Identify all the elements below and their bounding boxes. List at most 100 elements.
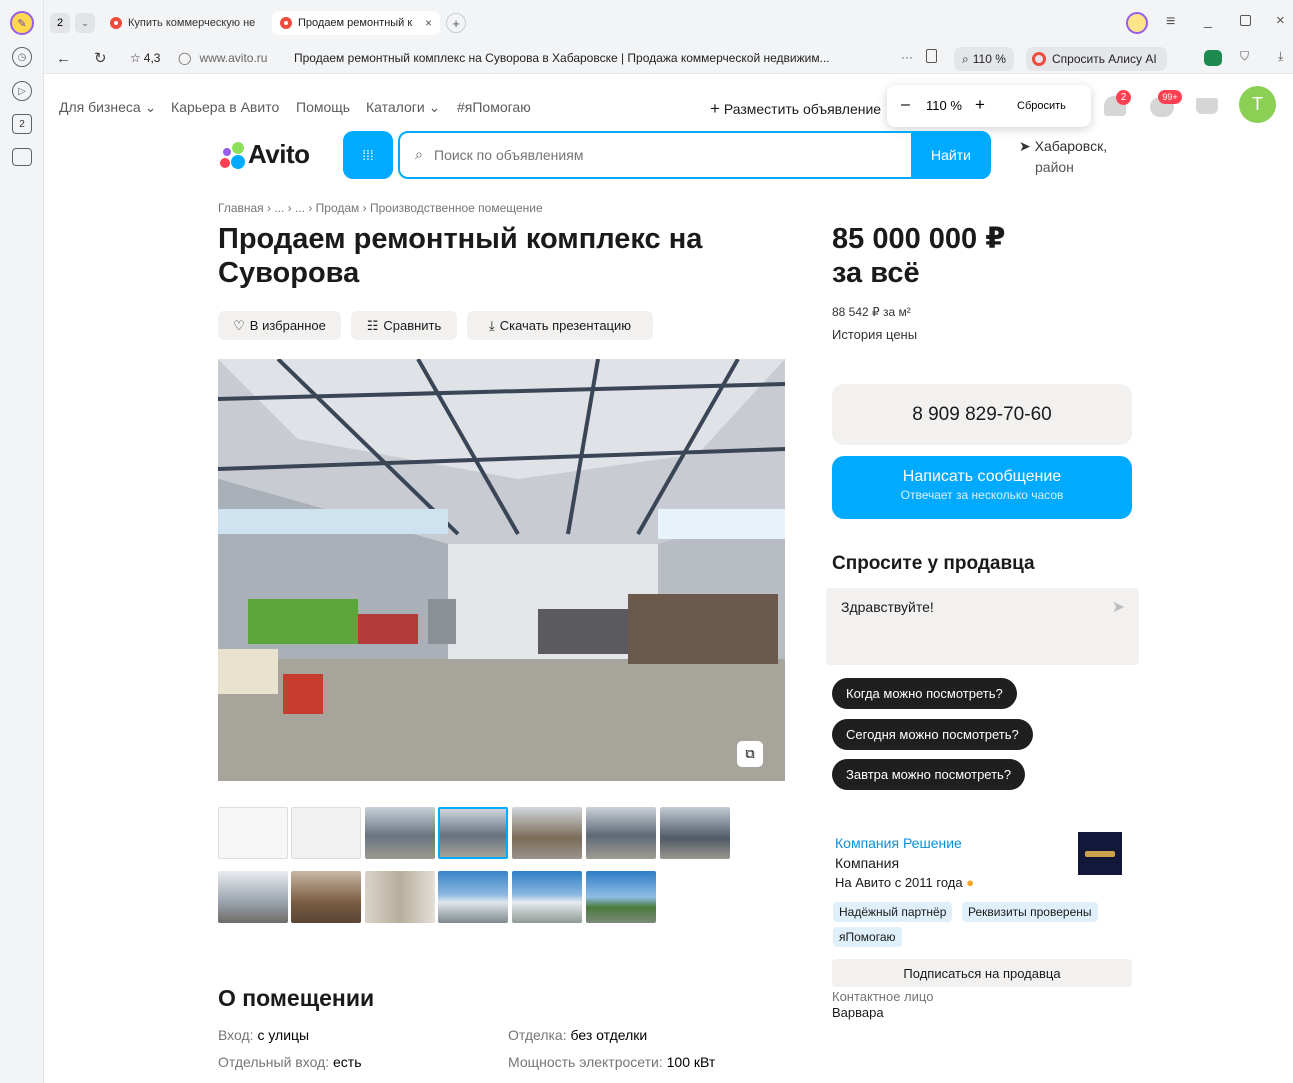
thumbnail-10[interactable] xyxy=(365,871,435,923)
warehouse-photo xyxy=(218,359,785,781)
param-value: с улицы xyxy=(257,1027,310,1043)
tab-commercial[interactable]: Купить коммерческую не xyxy=(102,11,270,35)
thumbnail-6[interactable] xyxy=(586,807,656,859)
post-ad-label: Разместить объявление xyxy=(723,101,882,117)
menu-icon[interactable]: ≡ xyxy=(1166,13,1175,31)
subscribe-seller-button[interactable]: Подписаться на продавца xyxy=(832,959,1132,987)
thumbnail-4[interactable] xyxy=(438,807,508,859)
alice-label: Спросить Алису AI xyxy=(1052,52,1157,66)
zoom-reset-button[interactable]: Сбросить xyxy=(1017,100,1066,112)
thumbnail-13[interactable] xyxy=(586,871,656,923)
screenshot-icon[interactable] xyxy=(12,148,32,166)
seller-name-link[interactable]: Компания Решение xyxy=(835,835,962,851)
quick-question-3[interactable]: Завтра можно посмотреть? xyxy=(832,759,1026,790)
quick-question-1[interactable]: Когда можно посмотреть? xyxy=(832,678,1017,709)
grid-icon: ⁞⁞⁞ xyxy=(362,147,374,163)
thumbnail-12[interactable] xyxy=(512,871,582,923)
thumbnail-1[interactable] xyxy=(218,807,288,859)
seller-logo[interactable] xyxy=(1078,832,1122,875)
thumbnail-9[interactable] xyxy=(291,871,361,923)
tabs-counter-icon[interactable]: 2 xyxy=(12,114,32,134)
zoom-chip[interactable]: ⌕ 110 % xyxy=(954,47,1014,71)
thumbnail-8[interactable] xyxy=(218,871,288,923)
nav-catalogs[interactable]: Каталоги ⌄ xyxy=(366,99,440,116)
location-selector[interactable]: ➤ Хабаровск, район xyxy=(1019,136,1107,178)
param-finishing: Отделка: без отделки xyxy=(508,1027,647,1043)
cart-icon[interactable] xyxy=(1196,98,1218,114)
ask-seller-input[interactable]: Здравствуйте! xyxy=(841,599,934,615)
search-input[interactable] xyxy=(434,142,904,168)
compare-icon: ☷ xyxy=(366,317,379,333)
thumbnail-3[interactable] xyxy=(365,807,435,859)
nav-career[interactable]: Карьера в Авито xyxy=(171,99,279,115)
post-ad-link[interactable]: + Разместить объявление xyxy=(710,99,888,119)
search-button[interactable]: Найти xyxy=(911,131,991,179)
write-message-button[interactable]: Написать сообщение Отвечает за несколько… xyxy=(832,456,1132,519)
more-icon[interactable]: ··· xyxy=(901,50,913,64)
thumbnail-2[interactable] xyxy=(291,807,361,859)
send-icon[interactable]: ➤ xyxy=(1112,597,1125,617)
page-title-address[interactable]: Продаем ремонтный комплекс на Суворова в… xyxy=(294,51,872,65)
location-region: район xyxy=(1035,159,1074,175)
back-icon[interactable]: ← xyxy=(56,50,71,67)
avito-logo[interactable]: Avito xyxy=(218,139,318,171)
alice-icon[interactable] xyxy=(1126,12,1148,34)
tab-current[interactable]: Продаем ремонтный к × xyxy=(272,11,440,35)
fullscreen-icon[interactable]: ⧉ xyxy=(737,741,763,767)
reload-icon[interactable]: ↻ xyxy=(94,49,107,67)
main-photo[interactable]: ⧉ xyxy=(218,359,785,781)
browser-logo-icon[interactable]: ✎ xyxy=(10,11,34,35)
message-title: Написать сообщение xyxy=(902,468,1062,485)
downloads-icon[interactable]: ⤓ xyxy=(1278,49,1283,64)
download-presentation-button[interactable]: ⤓ Скачать презентацию xyxy=(467,311,653,340)
seller-type: Компания xyxy=(835,855,900,871)
price-history-link[interactable]: История цены xyxy=(832,327,917,342)
show-phone-button[interactable]: 8 909 829-70-60 xyxy=(832,384,1132,445)
categories-button[interactable]: ⁞⁞⁞ xyxy=(343,131,393,179)
collections-icon[interactable]: ⛉ xyxy=(1240,49,1249,64)
avatar[interactable]: T xyxy=(1239,86,1276,123)
seller-logo-mark-icon xyxy=(1085,850,1115,857)
domain-chip[interactable]: ◯ www.avito.ru xyxy=(178,51,267,65)
history-icon[interactable]: ◷ xyxy=(12,47,32,67)
contact-person-label: Контактное лицо xyxy=(832,989,934,1004)
medal-icon: ● xyxy=(966,875,975,890)
play-icon[interactable]: ▷ xyxy=(12,81,32,101)
star-icon: ☆ xyxy=(130,51,141,65)
message-subtitle: Отвечает за несколько часов xyxy=(900,488,1064,502)
close-window-icon[interactable]: × xyxy=(1276,12,1285,29)
zoom-out-button[interactable]: – xyxy=(901,96,910,114)
minimize-icon[interactable]: _ xyxy=(1204,12,1212,28)
page-title: Продаем ремонтный комплекс на Суворова xyxy=(218,222,778,290)
tab-counter[interactable]: 2 xyxy=(50,13,70,33)
tab-bar: 2 ⌄ Купить коммерческую не Продаем ремон… xyxy=(44,0,1293,44)
param-value: есть xyxy=(333,1054,362,1070)
new-tab-button[interactable]: + xyxy=(446,13,466,33)
bookmark-icon[interactable] xyxy=(926,49,937,63)
rating-chip[interactable]: ☆ 4,3 xyxy=(130,51,160,65)
ask-seller-box[interactable]: Здравствуйте! ➤ xyxy=(826,588,1139,665)
zoom-icon: ⌕ xyxy=(962,51,969,66)
plus-icon: + xyxy=(710,99,720,118)
nav-ihelp[interactable]: #яПомогаю xyxy=(457,99,531,115)
thumbnail-7[interactable] xyxy=(660,807,730,859)
favorite-button[interactable]: ♡ В избранное xyxy=(218,311,341,340)
avito-favicon-icon xyxy=(110,17,122,29)
tab-title: Купить коммерческую не xyxy=(128,17,256,29)
breadcrumb[interactable]: Главная › ... › ... › Продам › Производс… xyxy=(218,201,543,215)
thumbnail-5[interactable] xyxy=(512,807,582,859)
restore-icon[interactable] xyxy=(1240,15,1251,26)
thumbnail-11[interactable] xyxy=(438,871,508,923)
zoom-in-button[interactable]: + xyxy=(975,95,985,115)
compare-button[interactable]: ☷ Сравнить xyxy=(351,311,457,340)
nav-help[interactable]: Помощь xyxy=(296,99,350,115)
quick-question-2[interactable]: Сегодня можно посмотреть? xyxy=(832,719,1033,750)
close-tab-icon[interactable]: × xyxy=(425,16,432,30)
search-icon: ⌕ xyxy=(415,146,423,162)
tabs-dropdown-icon[interactable]: ⌄ xyxy=(75,13,95,33)
rating-value: 4,3 xyxy=(143,51,161,65)
ask-alice-chip[interactable]: Спросить Алису AI xyxy=(1026,47,1167,71)
nav-business[interactable]: Для бизнеса ⌄ xyxy=(59,99,156,116)
title-line: Продаем ремонтный комплекс на xyxy=(218,223,703,255)
extension-icon[interactable] xyxy=(1204,50,1222,66)
